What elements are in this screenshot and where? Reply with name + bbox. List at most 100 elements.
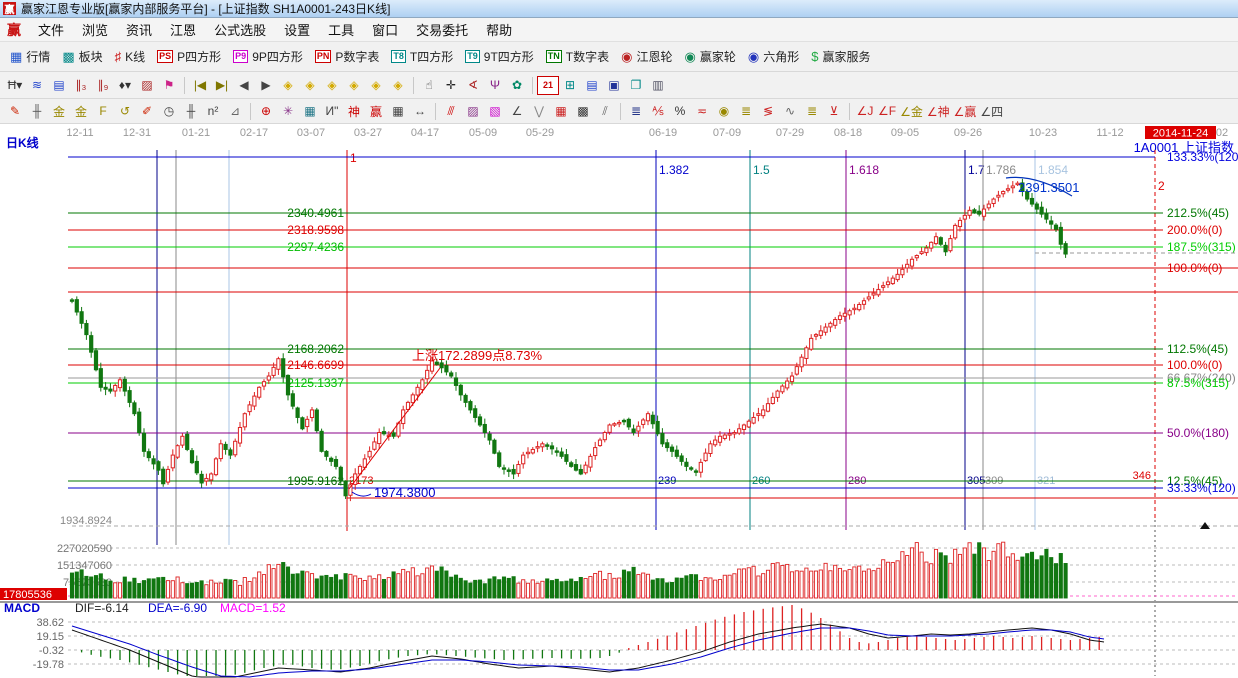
shen-square-icon[interactable]: 神: [343, 102, 365, 121]
last-bar-icon[interactable]: ▶|: [211, 76, 233, 95]
tool-quotes[interactable]: ▦行情: [4, 46, 56, 67]
target-icon[interactable]: ⊕: [255, 102, 277, 121]
angle-measure-icon[interactable]: ∢: [462, 76, 484, 95]
grid-lines-icon[interactable]: ╫: [26, 102, 48, 121]
candle-body: [291, 394, 294, 406]
flag-chart-icon[interactable]: ⚑: [158, 76, 180, 95]
menu-文件[interactable]: 文件: [29, 18, 73, 41]
tool-kline[interactable]: ♯K线: [109, 46, 152, 67]
n-square-icon[interactable]: n²: [202, 102, 224, 121]
chart-type-icon[interactable]: Ħ▾: [4, 76, 26, 95]
tool-t-number-table[interactable]: TNT数字表: [540, 46, 615, 67]
bars-3-icon[interactable]: ∥₃: [70, 76, 92, 95]
diamond-right-icon[interactable]: ◈: [299, 76, 321, 95]
export-icon[interactable]: ❐: [625, 76, 647, 95]
first-bar-icon[interactable]: |◀: [189, 76, 211, 95]
diamond-h-icon[interactable]: ◈: [321, 76, 343, 95]
period-label[interactable]: 日K线: [6, 135, 39, 150]
diamond-left-icon[interactable]: ◈: [277, 76, 299, 95]
angle-shen-icon[interactable]: ∠神: [925, 102, 952, 121]
next-bar-icon[interactable]: ▶: [255, 76, 277, 95]
grid-lines-2-icon[interactable]: ╫: [180, 102, 202, 121]
menu-江恩[interactable]: 江恩: [161, 18, 205, 41]
gold-circle-icon[interactable]: ◉: [713, 102, 735, 121]
volume-bar: [1026, 554, 1029, 598]
overlay-wave-icon[interactable]: ≋: [26, 76, 48, 95]
stats-panel-icon[interactable]: ≣: [625, 102, 647, 121]
menu-公式选股[interactable]: 公式选股: [205, 18, 275, 41]
tool-p-square[interactable]: PSP四方形: [151, 46, 227, 67]
menu-帮助[interactable]: 帮助: [477, 18, 521, 41]
chart-canvas[interactable]: 12-1112-3101-2102-1703-0703-2704-1705-09…: [0, 124, 1238, 678]
pattern-icon[interactable]: ▨: [136, 76, 158, 95]
macd-title[interactable]: MACD: [4, 601, 40, 615]
slope-tool-icon[interactable]: ≶: [757, 102, 779, 121]
gold-square-2-icon[interactable]: 金: [70, 102, 92, 121]
tool-9p-square[interactable]: P99P四方形: [227, 46, 309, 67]
red-grid-icon[interactable]: ▦: [550, 102, 572, 121]
bars-9-icon[interactable]: ∥₉: [92, 76, 114, 95]
range-tool-icon[interactable]: ↔: [409, 102, 431, 121]
wave-tool-icon[interactable]: ∿: [779, 102, 801, 121]
percent-line-icon[interactable]: ≂: [691, 102, 713, 121]
diamond-v-icon[interactable]: ◈: [343, 76, 365, 95]
prev-bar-icon[interactable]: ◀: [233, 76, 255, 95]
angle-f-icon[interactable]: ∠F: [876, 102, 898, 121]
fan-magenta-icon[interactable]: ▧: [484, 102, 506, 121]
info-panel-icon[interactable]: ▤: [48, 76, 70, 95]
percent-fraction-icon[interactable]: ⅍: [647, 102, 669, 121]
angle-four-icon[interactable]: ∠四: [978, 102, 1005, 121]
time-clock-icon[interactable]: ◷: [158, 102, 180, 121]
hand-tool-icon[interactable]: ☝: [418, 76, 440, 95]
web-grid-icon[interactable]: ▦: [299, 102, 321, 121]
rays-icon[interactable]: ⫻: [440, 102, 462, 121]
spiral-icon[interactable]: ↺: [114, 102, 136, 121]
crosshair-icon[interactable]: ✛: [440, 76, 462, 95]
candle-style-icon[interactable]: ♦▾: [114, 76, 136, 95]
menu-窗口[interactable]: 窗口: [363, 18, 407, 41]
angle-j-icon[interactable]: ∠J: [854, 102, 876, 121]
gold-lines-2-icon[interactable]: ≣: [801, 102, 823, 121]
calendar-icon[interactable]: 21: [537, 76, 559, 95]
draw-pen-icon[interactable]: ✎: [4, 102, 26, 121]
save-icon[interactable]: ▣: [603, 76, 625, 95]
angle-win-icon[interactable]: ∠赢: [952, 102, 979, 121]
number-grid-icon[interactable]: ▦: [387, 102, 409, 121]
brain-tool-icon[interactable]: ✿: [506, 76, 528, 95]
notes-icon[interactable]: ▤: [581, 76, 603, 95]
tool-winner-service[interactable]: $赢家服务: [805, 46, 876, 67]
v-tool-icon[interactable]: ⋁: [528, 102, 550, 121]
calculator-icon[interactable]: ⊞: [559, 76, 581, 95]
tool-t-square[interactable]: T8T四方形: [385, 46, 459, 67]
black-grid-icon[interactable]: ▩: [572, 102, 594, 121]
menu-工具[interactable]: 工具: [319, 18, 363, 41]
diamond-all-icon[interactable]: ◈: [365, 76, 387, 95]
tool-winner-wheel[interactable]: ◉赢家轮: [679, 46, 742, 67]
draw-pen-2-icon[interactable]: ✐: [136, 102, 158, 121]
angle-tool-icon[interactable]: ∠: [506, 102, 528, 121]
tool-sectors[interactable]: ▩板块: [56, 46, 108, 67]
gann-tool-icon[interactable]: Ψ: [484, 76, 506, 95]
win-square-icon[interactable]: 赢: [365, 102, 387, 121]
fan-purple-icon[interactable]: ▨: [462, 102, 484, 121]
percent-icon[interactable]: %: [669, 102, 691, 121]
star-tool-icon[interactable]: ✳: [277, 102, 299, 121]
parallel-lines-icon[interactable]: ⫽: [594, 102, 616, 121]
gold-square-icon[interactable]: 金: [48, 102, 70, 121]
tool-hexagon[interactable]: ◉六角形: [742, 46, 805, 67]
diamond-expand-icon[interactable]: ◈: [387, 76, 409, 95]
mirror-icon[interactable]: ⊿: [224, 102, 246, 121]
menu-交易委托[interactable]: 交易委托: [407, 18, 477, 41]
menu-设置[interactable]: 设置: [275, 18, 319, 41]
gold-lines-icon[interactable]: ≣: [735, 102, 757, 121]
f-square-icon[interactable]: F: [92, 102, 114, 121]
tool-gann-wheel[interactable]: ◉江恩轮: [615, 46, 678, 67]
menu-资讯[interactable]: 资讯: [117, 18, 161, 41]
wave-mark-icon[interactable]: И": [321, 102, 343, 121]
print-icon[interactable]: ▥: [647, 76, 669, 95]
tool-9t-square[interactable]: T99T四方形: [459, 46, 540, 67]
angle-gold-icon[interactable]: ∠金: [898, 102, 925, 121]
tool-p-number-table[interactable]: PNP数字表: [309, 46, 386, 67]
cross-angle-icon[interactable]: ⊻: [823, 102, 845, 121]
menu-浏览[interactable]: 浏览: [73, 18, 117, 41]
